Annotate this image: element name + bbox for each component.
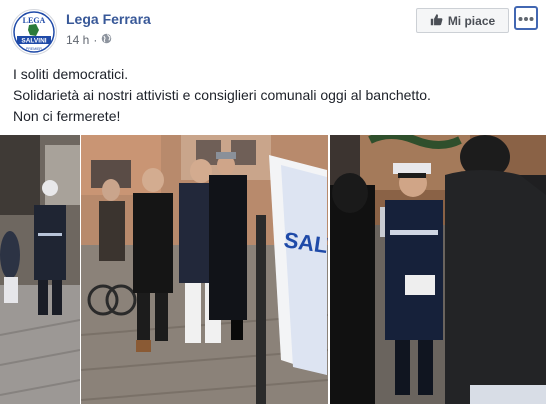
post-line: I soliti democratici. xyxy=(13,66,129,82)
logo-banner-text: SALVINI xyxy=(21,38,46,45)
post-message: I soliti democratici. Solidarietà ai nos… xyxy=(13,64,533,127)
logo-bottom-text: PREMIER xyxy=(26,47,42,51)
more-options-icon xyxy=(518,9,534,27)
post-line: Solidarietà ai nostri attivisti e consig… xyxy=(13,87,431,103)
globe-icon[interactable] xyxy=(101,33,112,47)
meta-separator: · xyxy=(93,33,98,47)
more-options-button[interactable] xyxy=(514,6,538,30)
post-header: LEGA SALVINI PREMIER Lega Ferrara 14 h ·… xyxy=(0,0,546,58)
thumbs-up-icon xyxy=(430,13,443,29)
post-timestamp[interactable]: 14 h xyxy=(66,33,89,47)
photo-grid: SALV xyxy=(0,135,546,404)
page-avatar[interactable]: LEGA SALVINI PREMIER xyxy=(11,9,57,55)
like-button-label: Mi piace xyxy=(447,13,496,28)
page-name-link[interactable]: Lega Ferrara xyxy=(66,11,151,27)
post-meta: 14 h · xyxy=(66,33,112,47)
photo-2[interactable]: SALV xyxy=(81,135,328,404)
photo-3[interactable] xyxy=(330,135,546,404)
photo-1[interactable] xyxy=(0,135,80,404)
post-line: Non ci fermerete! xyxy=(13,108,121,124)
lega-logo: LEGA SALVINI PREMIER xyxy=(13,11,55,53)
like-page-button[interactable]: Mi piace xyxy=(416,8,509,33)
logo-top-text: LEGA xyxy=(23,16,46,25)
